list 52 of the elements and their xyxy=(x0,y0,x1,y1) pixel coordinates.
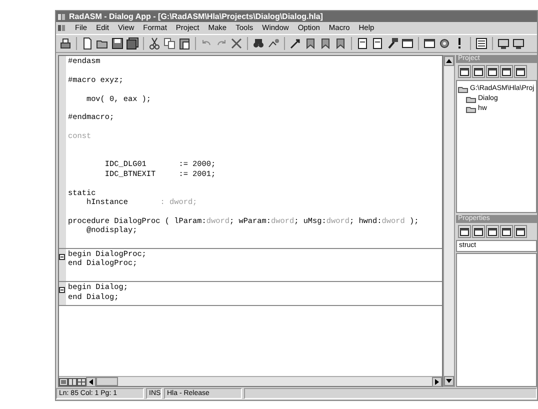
code-editor[interactable] xyxy=(58,55,443,387)
fold-marker-icon[interactable] xyxy=(59,287,65,294)
page-icon[interactable] xyxy=(371,37,384,50)
scroll-thumb[interactable] xyxy=(96,377,118,386)
hammer-icon[interactable] xyxy=(386,37,399,50)
scroll-down-button[interactable] xyxy=(444,376,454,386)
arrow-up-icon xyxy=(446,59,452,63)
new-folder-button[interactable] xyxy=(500,65,513,78)
arrow-right-icon xyxy=(435,378,439,384)
window-title: RadASM - Dialog App - [G:\RadASM\Hla\Projects\Dialog\Dialog.hla] xyxy=(69,11,323,22)
vertical-scrollbar[interactable] xyxy=(443,55,455,387)
arrow-icon[interactable] xyxy=(289,37,302,50)
split-icon[interactable] xyxy=(68,378,77,386)
printer-icon[interactable] xyxy=(59,37,72,50)
copy-icon[interactable] xyxy=(163,37,176,50)
arrow-down-icon xyxy=(446,379,452,383)
binoculars-icon[interactable] xyxy=(252,37,265,50)
replace-icon[interactable] xyxy=(267,37,280,50)
cross-icon[interactable] xyxy=(230,37,243,50)
window-button[interactable] xyxy=(514,65,527,78)
app-icon xyxy=(58,12,66,20)
disks-icon[interactable] xyxy=(126,37,139,50)
folder-button[interactable] xyxy=(486,65,499,78)
grid-icon[interactable] xyxy=(77,378,86,386)
file-view-button[interactable] xyxy=(458,65,471,78)
bookmark-icon[interactable] xyxy=(334,37,347,50)
list-icon[interactable] xyxy=(475,37,488,50)
document-icon[interactable] xyxy=(81,37,94,50)
scroll-up-button[interactable] xyxy=(444,56,454,66)
horizontal-scrollbar[interactable] xyxy=(59,376,442,386)
scroll-left-button[interactable] xyxy=(86,376,96,386)
monitor-icon[interactable] xyxy=(497,37,510,50)
window-icon[interactable] xyxy=(401,37,414,50)
bookmark-icon[interactable] xyxy=(304,37,317,50)
bookmark-icon[interactable] xyxy=(319,37,332,50)
list-button[interactable] xyxy=(500,225,513,238)
tree-view-button[interactable] xyxy=(472,65,485,78)
gear-icon[interactable] xyxy=(438,37,451,50)
clipboard-icon[interactable] xyxy=(178,37,191,50)
view-icon[interactable] xyxy=(59,378,68,386)
page-icon[interactable] xyxy=(356,37,369,50)
app-icon[interactable] xyxy=(58,24,66,32)
list-button[interactable] xyxy=(486,225,499,238)
sort-button[interactable] xyxy=(514,225,527,238)
arrow-left-icon xyxy=(89,378,93,384)
scissors-icon[interactable] xyxy=(148,37,161,50)
window-icon[interactable] xyxy=(423,37,436,50)
scroll-right-button[interactable] xyxy=(432,376,442,386)
window-button[interactable] xyxy=(472,225,485,238)
monitor-icon[interactable] xyxy=(512,37,525,50)
window-button[interactable] xyxy=(458,225,471,238)
fold-marker-icon[interactable] xyxy=(59,254,65,260)
